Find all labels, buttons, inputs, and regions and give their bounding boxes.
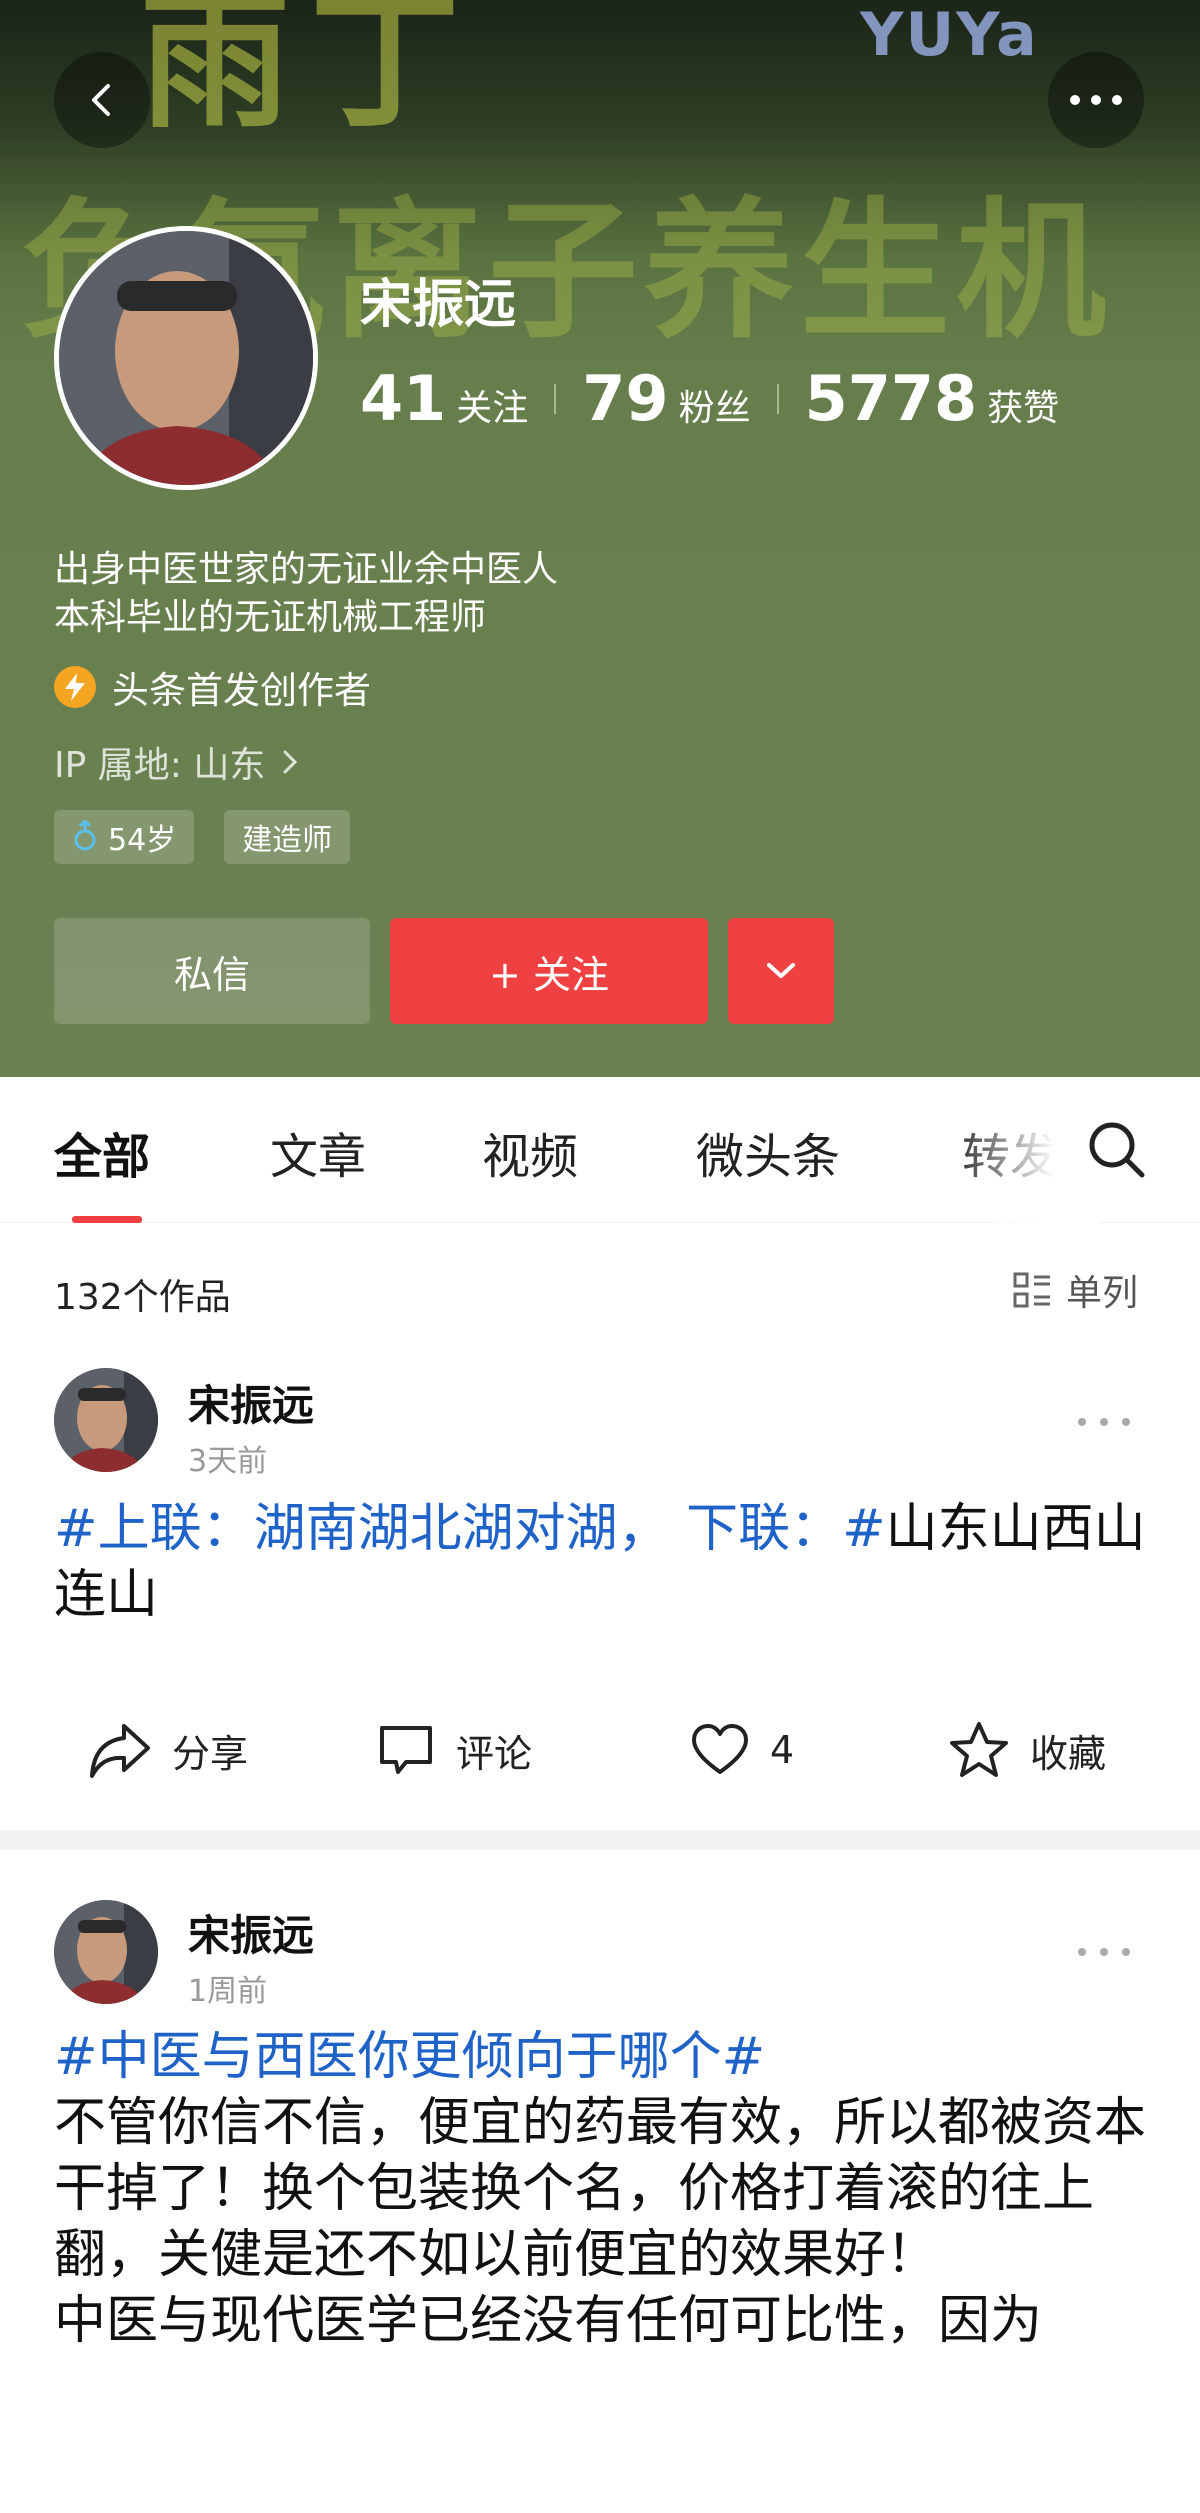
view-mode-toggle[interactable]: 单列 (1012, 1264, 1138, 1316)
share-label: 分享 (172, 1731, 249, 1776)
followers-label[interactable]: 粉丝 (679, 379, 751, 431)
more-options-button[interactable] (1048, 52, 1144, 148)
likes-label: 获赞 (987, 388, 1060, 429)
share-button[interactable]: 分享 (88, 1710, 248, 1790)
profile-actions: 私信 + 关注 (54, 918, 834, 1024)
favorite-button[interactable]: 收藏 (948, 1710, 1106, 1790)
male-icon (74, 820, 96, 851)
post-more-icon[interactable] (1076, 1416, 1132, 1428)
favorite-label: 收藏 (1030, 1731, 1107, 1776)
bio-line: 出身中医世家的无证业余中医人 (54, 549, 559, 590)
feed-post[interactable]: 宋振远 1周前 #中医与西医你更倾向于哪个# 不管你信不信，便宜的药最有效，所以… (0, 1850, 1200, 2513)
avatar-image (59, 231, 313, 485)
post-actions-bar: 分享 评论 4 收藏 (0, 1710, 1200, 1790)
active-tab-indicator (72, 1216, 142, 1223)
post-more-icon[interactable] (1076, 1946, 1132, 1958)
post-author-name[interactable]: 宋振远 (188, 1902, 314, 1963)
message-button[interactable]: 私信 (54, 918, 370, 1024)
chevron-right-icon (283, 750, 298, 774)
profile-name: 宋振远 (360, 275, 517, 335)
share-icon (90, 1724, 150, 1778)
post-text: 不管你信不信，便宜的药最有效，所以都被资本干掉了！换个包装换个名，价格打着滚的往… (54, 2093, 1147, 2285)
background-brand-text: YUYa (860, 0, 1039, 70)
age-label: 54岁 (108, 823, 177, 858)
chevron-left-icon (92, 84, 110, 116)
occupation-label: 建造师 (242, 823, 333, 858)
post-author-avatar[interactable] (54, 1900, 158, 2004)
followers-count[interactable]: 79 (582, 362, 668, 435)
search-icon[interactable] (1084, 1117, 1148, 1181)
post-text: 中医与现代医学已经没有任何可比性，因为 (54, 2291, 1043, 2351)
post-content: #上联：湖南湖北湖对湖， 下联：#山东山西山连山 (54, 1496, 1154, 1628)
post-hashtag[interactable]: #上联：湖南湖北湖对湖， 下联：# (54, 1499, 886, 1559)
post-timestamp: 1周前 (188, 1974, 268, 2009)
profile-header: 雨丁 负氧离子养生机 YUYa 宋振远 41 关注 79 粉丝 5778 获赞 … (0, 0, 1200, 1077)
comment-button[interactable]: 评论 (376, 1710, 532, 1790)
profile-stats: 41 关注 79 粉丝 5778 获赞 (360, 362, 1059, 435)
stat-divider (776, 383, 779, 414)
post-author-avatar[interactable] (54, 1368, 158, 1472)
back-button[interactable] (54, 52, 150, 148)
feed-post[interactable]: 宋振远 3天前 #上联：湖南湖北湖对湖， 下联：#山东山西山连山 分享 评论 4 (0, 1360, 1200, 1830)
post-content: #中医与西医你更倾向于哪个# 不管你信不信，便宜的药最有效，所以都被资本干掉了！… (54, 2024, 1154, 2354)
ip-location[interactable]: IP 属地: 山东 (54, 736, 303, 788)
tab-micro-posts[interactable]: 微头条 (696, 1117, 840, 1187)
ip-label: IP 属地: 山东 (54, 745, 266, 786)
background-banner-text: 雨丁 (140, 0, 481, 149)
comment-label: 评论 (456, 1731, 533, 1776)
more-dots-icon (1070, 95, 1122, 105)
chevron-down-icon (767, 963, 795, 978)
tabs-fade-overlay (950, 1077, 1100, 1223)
view-mode-label: 单列 (1066, 1273, 1139, 1314)
avatar-image (54, 1900, 158, 2004)
creator-badge-row[interactable]: 头条首发创作者 (54, 660, 371, 714)
profile-tags: 54岁 建造师 (54, 810, 351, 864)
like-count: 4 (770, 1728, 795, 1772)
profile-avatar[interactable] (54, 226, 318, 490)
star-icon (950, 1722, 1008, 1777)
tab-articles[interactable]: 文章 (270, 1117, 366, 1187)
likes-count: 5778 (804, 362, 978, 435)
following-label[interactable]: 关注 (456, 379, 528, 431)
follow-dropdown-button[interactable] (728, 918, 834, 1024)
avatar-image (54, 1368, 158, 1472)
content-tabs: 全部 文章 视频 微头条 转发 (0, 1077, 1200, 1223)
heart-icon (692, 1724, 748, 1774)
occupation-tag: 建造师 (224, 810, 351, 864)
stat-divider (554, 383, 557, 414)
post-divider (0, 1830, 1200, 1850)
post-author-name[interactable]: 宋振远 (188, 1372, 314, 1433)
lightning-icon (54, 666, 96, 708)
tab-videos[interactable]: 视频 (482, 1117, 578, 1187)
profile-bio: 出身中医世家的无证业余中医人 本科毕业的无证机械工程师 (54, 546, 558, 642)
bio-line: 本科毕业的无证机械工程师 (54, 597, 487, 638)
tab-all[interactable]: 全部 (54, 1117, 150, 1187)
following-count[interactable]: 41 (360, 362, 446, 435)
like-button[interactable]: 4 (690, 1710, 794, 1790)
list-view-icon (1013, 1272, 1050, 1308)
post-timestamp: 3天前 (188, 1444, 268, 1479)
works-count: 132个作品 (54, 1277, 231, 1318)
creator-label: 头条首发创作者 (112, 669, 371, 712)
age-tag: 54岁 (54, 810, 195, 864)
post-hashtag[interactable]: #中医与西医你更倾向于哪个# (54, 2024, 1154, 2090)
comment-icon (380, 1726, 432, 1774)
follow-button[interactable]: + 关注 (390, 918, 708, 1024)
